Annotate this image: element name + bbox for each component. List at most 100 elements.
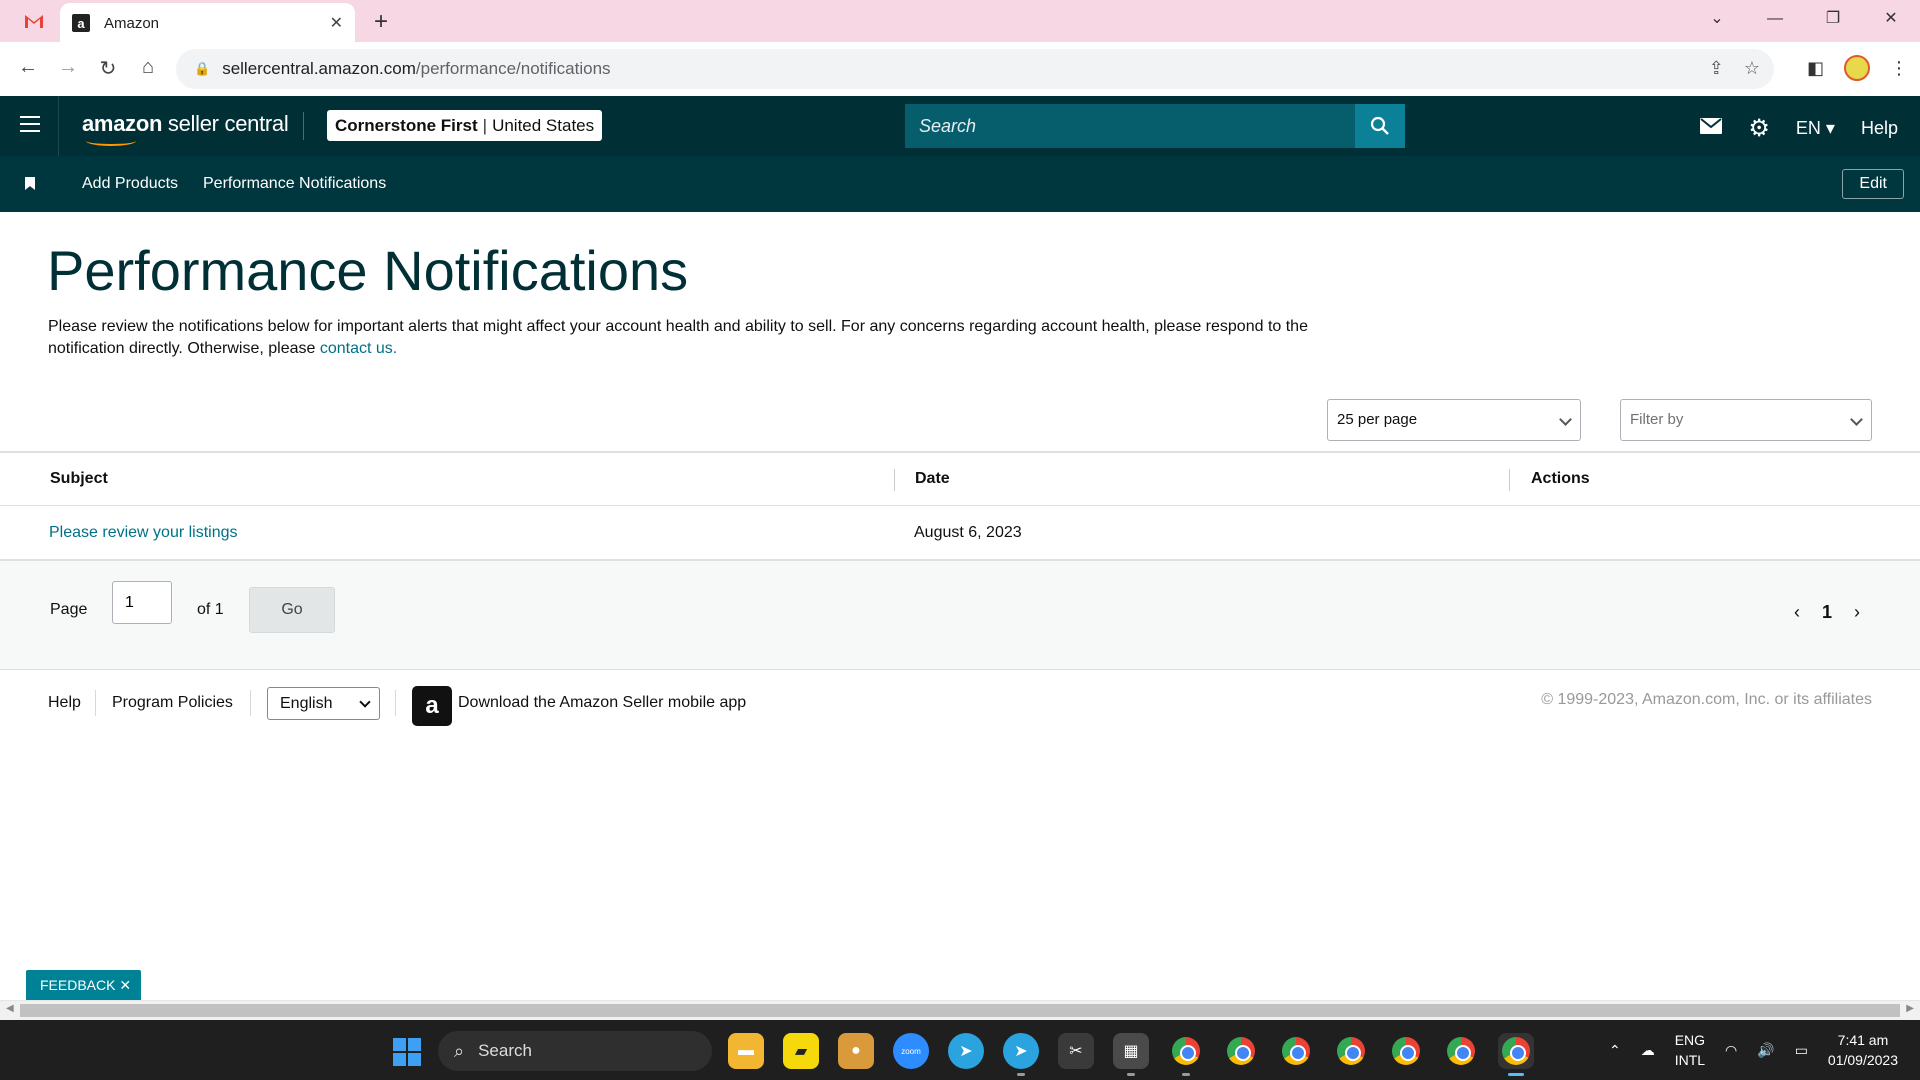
chrome-icon[interactable]	[1223, 1033, 1259, 1069]
browser-tab-bar: a Amazon ✕ + ⌄ — ❐ ✕	[0, 0, 1920, 43]
bookmark-icon[interactable]	[25, 177, 35, 190]
home-icon[interactable]: ⌂	[128, 56, 168, 79]
hamburger-menu-icon[interactable]	[20, 116, 40, 137]
mail-icon[interactable]	[1700, 118, 1723, 139]
battery-icon[interactable]: ▭	[1795, 1042, 1808, 1059]
nav-link-performance-notifications[interactable]: Performance Notifications	[203, 175, 386, 193]
gmail-tab[interactable]	[14, 8, 54, 34]
new-tab-button[interactable]: +	[374, 8, 388, 36]
seller-central-header: amazon seller central Cornerstone First …	[0, 96, 1920, 156]
app-icon[interactable]: ●	[838, 1033, 874, 1069]
notification-date: August 6, 2023	[914, 524, 1022, 541]
gmail-icon	[25, 15, 43, 28]
bookmark-star-icon[interactable]: ☆	[1744, 58, 1760, 79]
column-header-subject[interactable]: Subject	[50, 470, 108, 488]
windows-start-icon[interactable]	[393, 1038, 421, 1066]
input-language[interactable]: ENG INTL	[1675, 1030, 1705, 1070]
language-selector[interactable]: EN ▾	[1796, 118, 1835, 139]
reload-icon[interactable]: ↻	[88, 56, 128, 81]
column-header-actions: Actions	[1531, 470, 1590, 487]
close-tab-icon[interactable]: ✕	[330, 13, 343, 33]
tab-search-icon[interactable]: ⌄	[1688, 0, 1746, 40]
clock[interactable]: 7:41 am 01/09/2023	[1828, 1030, 1898, 1070]
feedback-label: FEEDBACK	[40, 977, 116, 993]
per-page-select[interactable]: 25 per page	[1327, 399, 1581, 441]
seller-app-icon[interactable]: a	[412, 686, 452, 726]
nav-link-add-products[interactable]: Add Products	[82, 175, 178, 193]
store-switcher[interactable]: Cornerstone First | United States	[327, 110, 603, 141]
lock-icon[interactable]: 🔒	[194, 61, 210, 77]
close-icon[interactable]: ✕	[119, 977, 131, 993]
per-page-value: 25 per page	[1337, 411, 1418, 428]
notification-subject-link[interactable]: Please review your listings	[49, 524, 238, 541]
chrome-icon[interactable]	[1333, 1033, 1369, 1069]
help-link[interactable]: Help	[1861, 118, 1898, 139]
current-page-number[interactable]: 1	[1822, 602, 1832, 623]
page-number-input[interactable]	[112, 581, 172, 624]
scrollbar-thumb[interactable]	[20, 1004, 1900, 1017]
tab-title: Amazon	[104, 14, 160, 32]
browser-toolbar: ← → ↻ ⌂ 🔒 sellercentral.amazon.com/perfo…	[0, 42, 1920, 96]
filter-select[interactable]: Filter by	[1620, 399, 1872, 441]
chrome-icon[interactable]	[1278, 1033, 1314, 1069]
column-header-date[interactable]: Date	[915, 470, 950, 488]
minimize-button[interactable]: —	[1746, 0, 1804, 40]
sticky-notes-icon[interactable]: ▰	[783, 1033, 819, 1069]
edit-bookmarks-button[interactable]: Edit	[1842, 169, 1904, 199]
lang-bottom: INTL	[1674, 1052, 1706, 1068]
bookmark-nav-bar: Add Products Performance Notifications E…	[0, 156, 1920, 212]
share-icon[interactable]: ⇪	[1709, 58, 1724, 79]
footer-divider	[95, 690, 96, 716]
footer-program-policies-link[interactable]: Program Policies	[112, 694, 233, 712]
menu-dots-icon[interactable]: ⋮	[1890, 58, 1908, 79]
forward-icon[interactable]: →	[48, 56, 88, 79]
onedrive-cloud-icon[interactable]: ☁	[1641, 1042, 1655, 1059]
calculator-icon[interactable]: ▦	[1113, 1033, 1149, 1076]
contact-us-link[interactable]: contact us.	[320, 340, 397, 357]
windows-taskbar: ⌕ Search ▬ ▰ ● zoom ➤ ➤ ✂ ▦ ⌃ ☁ ENG INTL…	[0, 1020, 1920, 1080]
file-explorer-icon[interactable]: ▬	[728, 1033, 764, 1069]
header-divider	[58, 96, 59, 156]
volume-icon[interactable]: 🔊	[1757, 1042, 1774, 1059]
search-button[interactable]	[1355, 104, 1405, 148]
zoom-icon[interactable]: zoom	[893, 1033, 929, 1069]
amazon-favicon-icon: a	[72, 14, 90, 32]
search-icon	[1370, 116, 1389, 135]
header-search-input[interactable]	[905, 104, 1355, 148]
wifi-icon[interactable]: ◠	[1725, 1042, 1737, 1059]
close-window-button[interactable]: ✕	[1862, 0, 1920, 40]
telegram-icon[interactable]: ➤	[948, 1033, 984, 1069]
url-domain: sellercentral.amazon.com	[222, 59, 416, 78]
address-bar[interactable]: 🔒 sellercentral.amazon.com/performance/n…	[176, 49, 1774, 89]
footer-help-link[interactable]: Help	[48, 694, 81, 712]
chrome-icon-active[interactable]	[1498, 1033, 1534, 1076]
chevron-up-icon[interactable]: ⌃	[1609, 1042, 1621, 1059]
intro-text: Please review the notifications below fo…	[48, 316, 1308, 360]
scroll-left-arrow-icon[interactable]: ◀	[6, 1003, 14, 1014]
column-divider	[894, 469, 895, 491]
restore-button[interactable]: ❐	[1804, 0, 1862, 40]
feedback-button[interactable]: FEEDBACK ✕	[26, 970, 142, 1000]
scroll-right-arrow-icon[interactable]: ▶	[1906, 1003, 1914, 1014]
page-footer: Help Program Policies English a Download…	[0, 670, 1920, 740]
back-icon[interactable]: ←	[8, 56, 48, 79]
download-app-link[interactable]: Download the Amazon Seller mobile app	[458, 694, 746, 712]
side-panel-icon[interactable]: ◧	[1807, 58, 1824, 79]
footer-language-select[interactable]: English	[267, 687, 380, 720]
seller-central-logo[interactable]: amazon seller central	[82, 111, 289, 137]
table-header: Subject Date Actions	[0, 453, 1920, 506]
profile-avatar[interactable]	[1844, 55, 1870, 81]
settings-gear-icon[interactable]: ⚙	[1748, 114, 1770, 143]
horizontal-scrollbar[interactable]: ◀ ▶	[0, 1000, 1920, 1020]
chevron-right-icon[interactable]: ›	[1854, 602, 1860, 623]
chrome-icon[interactable]	[1388, 1033, 1424, 1069]
chrome-icon[interactable]	[1443, 1033, 1479, 1069]
telegram-icon[interactable]: ➤	[1003, 1033, 1039, 1076]
chrome-icon[interactable]	[1168, 1033, 1204, 1076]
search-icon: ⌕	[454, 1040, 465, 1061]
taskbar-search[interactable]: ⌕ Search	[438, 1031, 712, 1071]
tab-amazon[interactable]: a Amazon ✕	[60, 3, 355, 43]
chevron-left-icon[interactable]: ‹	[1794, 602, 1800, 623]
go-button[interactable]: Go	[249, 587, 335, 633]
snipping-tool-icon[interactable]: ✂	[1058, 1033, 1094, 1069]
